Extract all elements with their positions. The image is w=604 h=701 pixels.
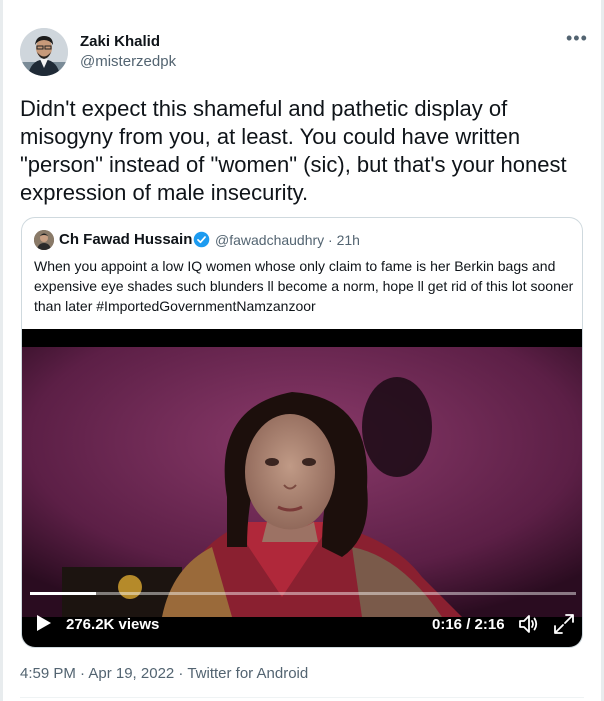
tweet-text: Didn't expect this shameful and pathetic… xyxy=(20,96,567,205)
divider xyxy=(20,697,584,698)
author-name[interactable]: Zaki Khalid xyxy=(80,33,160,50)
quoted-author-name[interactable]: Ch Fawad Hussain xyxy=(59,231,192,248)
video-time: 0:16 / 2:16 xyxy=(432,616,505,633)
video-progress-fill xyxy=(30,592,96,595)
video-player[interactable]: 276.2K views 0:16 / 2:16 xyxy=(22,329,582,647)
video-frame[interactable] xyxy=(22,347,582,617)
quoted-author-avatar[interactable] xyxy=(34,230,54,250)
author-handle[interactable]: @misterzedpk xyxy=(80,53,176,70)
play-icon[interactable] xyxy=(36,614,52,632)
tweet-timestamp[interactable]: 4:59 PM · Apr 19, 2022 · Twitter for And… xyxy=(20,665,308,682)
verified-badge-icon xyxy=(193,231,210,248)
volume-icon[interactable] xyxy=(516,612,540,636)
page-border-left xyxy=(0,0,3,701)
more-icon[interactable]: ••• xyxy=(566,29,588,47)
fullscreen-icon[interactable] xyxy=(552,612,576,636)
author-avatar[interactable] xyxy=(20,28,68,76)
quoted-handle-time[interactable]: @fawadchaudhry · 21h xyxy=(215,232,360,248)
quoted-tweet-text: When you appoint a low IQ women whose on… xyxy=(34,258,574,314)
quoted-tweet[interactable]: Ch Fawad Hussain @fawadchaudhry · 21h Wh… xyxy=(21,217,583,648)
video-progress-bar[interactable] xyxy=(30,592,576,595)
video-views: 276.2K views xyxy=(66,616,160,633)
